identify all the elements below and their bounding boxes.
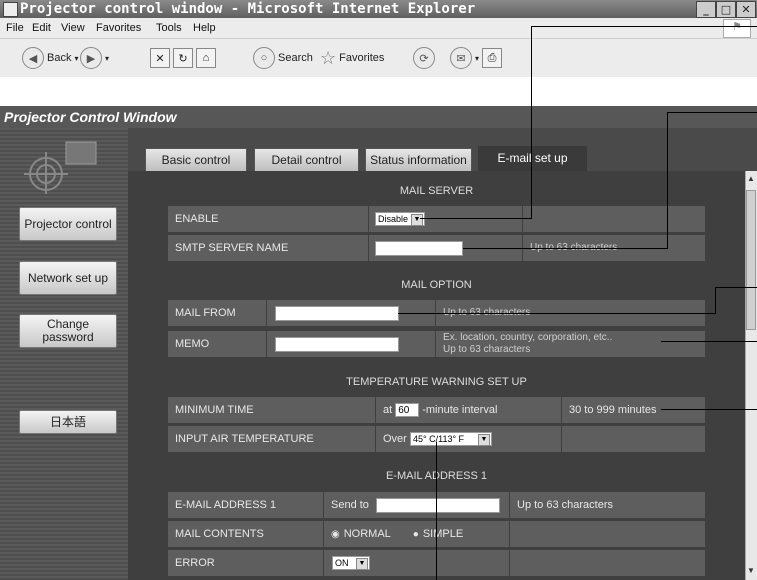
menu-file[interactable]: File [6,22,24,34]
error-extra-cell [510,550,705,576]
radio-simple-label: SIMPLE [422,528,464,540]
mail-contents-label: MAIL CONTENTS [168,521,323,547]
favorites-button[interactable]: Favorites [339,52,384,64]
enable-select[interactable]: Disable ▼ [375,212,425,226]
radio-normal-icon[interactable]: ◉ [331,529,340,540]
error-select-value: ON [335,558,349,568]
sidebar-background [0,128,128,580]
memo-hint: Ex. location, country, corporation, etc.… [436,331,705,357]
minimize-icon[interactable]: _ [696,1,716,18]
scroll-up-icon[interactable]: ▲ [746,174,756,186]
maximize-icon[interactable]: □ [716,1,736,18]
browser-toolbar: ◀ Back ▾ ▶ ▾ ✕ ↻ ⌂ ○ Search ☆ Favorites … [0,38,757,78]
email-address-label: E-MAIL ADDRESS 1 [168,492,323,518]
sidebar-item-change-password[interactable]: Change password [19,314,117,348]
menu-favorites[interactable]: Favorites [96,22,141,34]
forward-arrow-icon[interactable]: ▶ [80,47,102,69]
minimum-time-hint: 30 to 999 minutes [562,397,705,423]
menu-bar: File Edit View Favorites Tools Help ⚑ [0,18,757,38]
app-header: Projector Control Window [0,106,757,128]
forward-dropdown-icon[interactable]: ▾ [105,54,109,63]
email-address-input[interactable] [376,498,500,513]
air-temp-extra-cell [562,426,705,452]
mail-contents-extra-cell [510,521,705,547]
memo-hint-line2: Up to 63 characters [443,344,531,355]
app-title: Projector Control Window [4,109,177,125]
error-label: ERROR [168,550,323,576]
address-area [0,77,757,106]
air-temp-prefix: Over [383,433,407,445]
memo-hint-line1: Ex. location, country, corporation, etc.… [443,332,613,343]
section-mail-server: MAIL SERVER [399,185,474,197]
smtp-server-input[interactable] [375,241,463,256]
close-icon[interactable]: ✕ [736,1,756,18]
search-icon[interactable]: ○ [253,47,275,69]
back-arrow-icon[interactable]: ◀ [22,47,44,69]
radio-simple-icon[interactable]: ● [413,529,419,540]
mail-dropdown-icon[interactable]: ▾ [475,54,479,63]
menu-tools[interactable]: Tools [156,22,182,34]
radio-normal-label: NORMAL [343,528,391,540]
chevron-down-icon: ▼ [411,214,423,226]
mail-from-label: MAIL FROM [168,300,266,326]
refresh-icon[interactable]: ↻ [173,48,193,68]
air-temp-label: INPUT AIR TEMPERATURE [168,426,375,452]
tab-status-information[interactable]: Status information [365,148,472,173]
sidebar-item-projector-control[interactable]: Projector control [19,207,117,241]
smtp-label: SMTP SERVER NAME [168,235,368,261]
minimum-time-cell: at 60 -minute interval [376,397,561,423]
print-icon[interactable]: ⎙ [482,48,503,68]
air-temp-select[interactable]: 45° C/113° F ▼ [410,432,492,446]
stop-icon[interactable]: ✕ [150,48,170,68]
memo-input[interactable] [275,337,399,352]
history-icon[interactable]: ⟳ [413,47,435,69]
email-address-prefix: Send to [331,499,369,511]
mail-from-input[interactable] [275,306,399,321]
menu-view[interactable]: View [61,22,85,34]
home-icon[interactable]: ⌂ [196,48,216,68]
minimum-time-input[interactable]: 60 [395,403,420,417]
mail-contents-cell: ◉ NORMAL ● SIMPLE [324,521,509,547]
scroll-down-icon[interactable]: ▼ [746,566,756,578]
mail-icon[interactable]: ✉ [450,47,472,69]
window-titlebar: Projector control window - Microsoft Int… [0,0,757,18]
sidebar-item-japanese[interactable]: 日本語 [19,410,117,434]
enable-select-value: Disable [378,214,409,224]
back-dropdown-icon[interactable]: ▾ [74,54,78,63]
tab-detail-control[interactable]: Detail control [254,148,359,173]
tab-basic-control[interactable]: Basic control [145,148,247,173]
enable-extra-cell [523,206,705,232]
tab-email-set-up[interactable]: E-mail set up [478,146,587,174]
ie-icon [3,2,18,17]
chevron-down-icon: ▼ [478,434,490,446]
search-button[interactable]: Search [278,52,313,64]
email-address-hint: Up to 63 characters [510,492,705,518]
air-temp-select-value: 45° C/113° F [413,434,465,444]
scrollbar-thumb[interactable] [746,190,756,330]
windows-logo-icon: ⚑ [723,19,751,38]
minimum-time-label: MINIMUM TIME [168,397,375,423]
back-button[interactable]: Back [47,52,71,64]
favorites-star-icon[interactable]: ☆ [320,48,336,69]
section-mail-option: MAIL OPTION [401,279,472,291]
window-title: Projector control window - Microsoft Int… [20,1,476,17]
section-temperature-warning: TEMPERATURE WARNING SET UP [346,376,527,388]
enable-label: ENABLE [168,206,368,232]
minimum-time-prefix: at [383,404,393,416]
menu-edit[interactable]: Edit [32,22,51,34]
menu-help[interactable]: Help [193,22,216,34]
chevron-down-icon: ▼ [356,558,368,570]
memo-label: MEMO [168,331,266,357]
projector-logo-icon [24,141,97,194]
sidebar-item-network-set-up[interactable]: Network set up [19,261,117,295]
minimum-time-suffix: -minute interval [422,404,498,416]
error-select[interactable]: ON ▼ [332,556,370,570]
